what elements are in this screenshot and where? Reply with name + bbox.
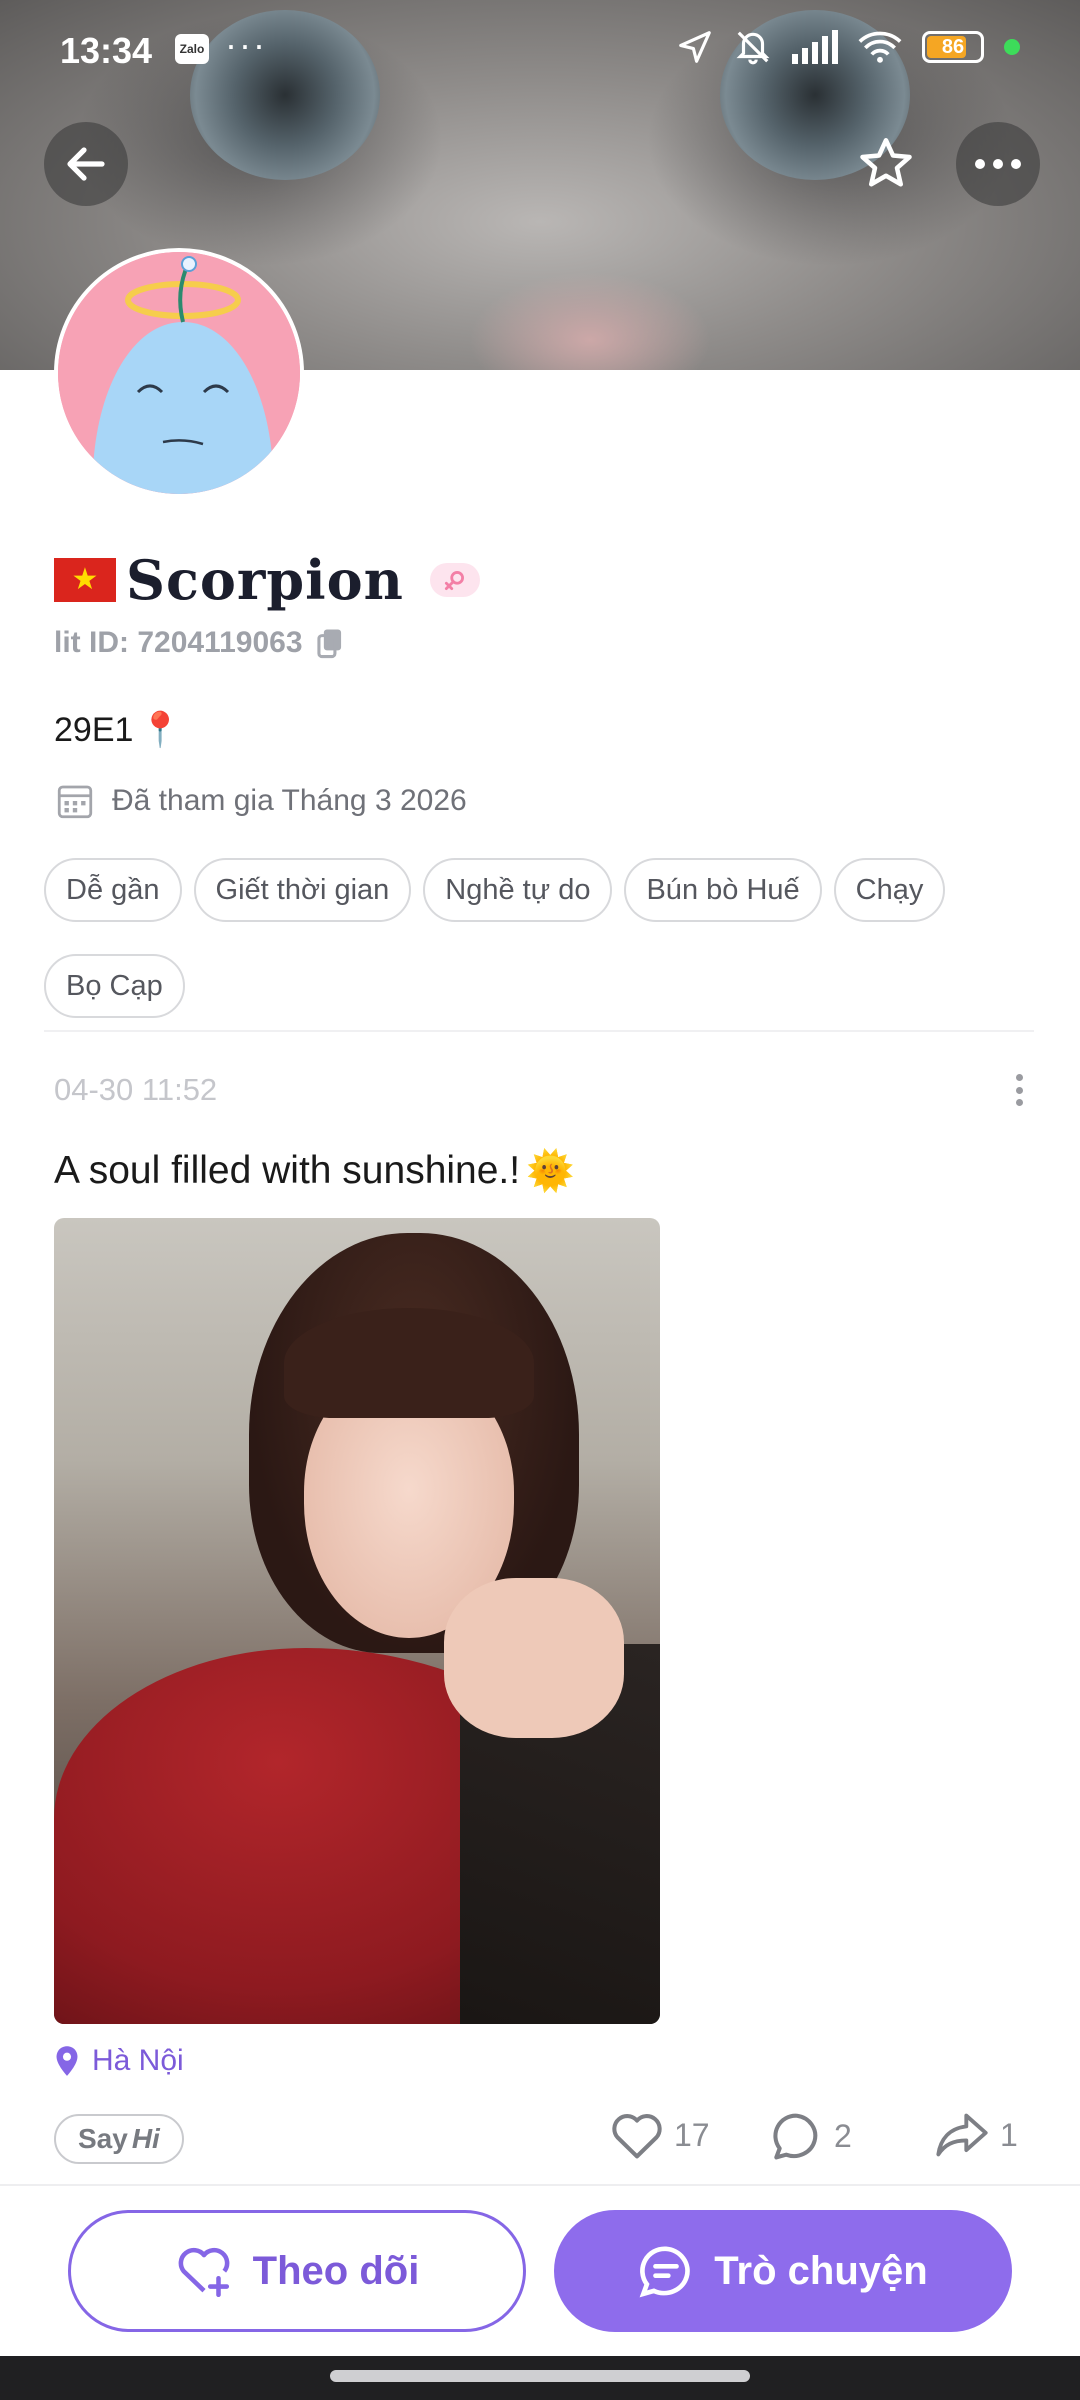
bell-off-icon [736, 31, 770, 65]
tag-bo-cap[interactable]: Bọ Cạp [44, 954, 185, 1018]
say-hi-hi: Hi [131, 2123, 160, 2154]
like-count: 17 [674, 2116, 710, 2153]
more-options-button[interactable] [956, 122, 1040, 206]
status-time: 13:34 [60, 30, 153, 71]
joined-date: Đã tham gia Tháng 3 2026 [112, 784, 467, 817]
bottom-action-bar: Theo dõi Trò chuyện [0, 2186, 1080, 2356]
interest-tags: Dễ gần Giết thời gian Nghề tự do Bún bò … [44, 858, 1044, 1018]
tag-giet-thoi-gian[interactable]: Giết thời gian [193, 858, 412, 922]
chat-button[interactable]: Trò chuyện [554, 2210, 1012, 2332]
tag-bun-bo-hue[interactable]: Bún bò Huế [624, 858, 822, 922]
heart-icon [612, 2114, 662, 2159]
location-name: Hà Nội [92, 2044, 184, 2077]
post-actions: Say Hi 17 2 1 [54, 2110, 1034, 2174]
profile-bio: 29E1 📍 [54, 710, 182, 750]
home-gesture-handle[interactable] [330, 2370, 750, 2382]
star-icon [860, 138, 912, 187]
back-arrow-icon [67, 147, 105, 181]
back-button[interactable] [44, 122, 128, 206]
heart-plus-icon [178, 2247, 230, 2297]
more-dots-icon [975, 159, 1021, 169]
avatar-illustration [58, 252, 300, 494]
battery-icon: 86 [922, 31, 984, 63]
system-navigation-bar [0, 2356, 1080, 2400]
profile-name: Scorpion [126, 548, 404, 612]
signal-icon [792, 30, 838, 64]
comment-count: 2 [834, 2117, 852, 2154]
lit-id: lit ID: 7204119063 [54, 626, 303, 659]
follow-label: Theo dõi [252, 2248, 420, 2293]
section-divider [44, 1030, 1034, 1032]
lit-id-row: lit ID: 7204119063 [54, 626, 345, 660]
share-button[interactable]: 1 [934, 2110, 1018, 2160]
comment-icon [773, 2113, 818, 2160]
favorite-button[interactable] [844, 122, 928, 206]
chat-label: Trò chuyện [714, 2248, 928, 2293]
post-text: A soul filled with sunshine.! 🌞 [54, 1148, 575, 1194]
vietnam-flag-icon: ★ [54, 558, 116, 602]
say-hi-button[interactable]: Say Hi [54, 2114, 184, 2164]
post-photo[interactable] [54, 1218, 660, 2024]
like-button[interactable]: 17 [610, 2110, 710, 2160]
sun-emoji: 🌞 [526, 1150, 575, 1193]
avatar[interactable] [54, 248, 304, 498]
profile-name-row: ★ Scorpion [54, 548, 480, 612]
say-hi-say: Say [78, 2123, 128, 2154]
post-more-icon[interactable] [1004, 1070, 1034, 1110]
location-pin-icon [56, 2046, 78, 2076]
bio-text: 29E1 [54, 710, 134, 749]
tag-nghe-tu-do[interactable]: Nghề tự do [423, 858, 613, 922]
post-timestamp: 04-30 11:52 [54, 1072, 218, 1107]
post-caption: A soul filled with sunshine.! [54, 1149, 521, 1192]
zalo-notification-icon: Zalo [175, 34, 209, 64]
battery-level: 86 [941, 35, 965, 58]
tag-chay[interactable]: Chạy [833, 858, 946, 922]
joined-date-row: Đã tham gia Tháng 3 2026 [54, 780, 467, 822]
follow-button[interactable]: Theo dõi [68, 2210, 526, 2332]
location-arrow-icon [679, 31, 711, 63]
pin-emoji: 📍 [139, 711, 182, 749]
more-notifications-icon: ··· [225, 24, 267, 65]
post-location[interactable]: Hà Nội [54, 2044, 184, 2078]
calendar-icon [57, 785, 93, 819]
comment-button[interactable]: 2 [770, 2110, 852, 2162]
privacy-indicator-icon [1004, 39, 1020, 55]
share-count: 1 [1000, 2116, 1018, 2153]
copy-icon[interactable] [315, 627, 345, 659]
chat-bubble-icon [639, 2246, 691, 2298]
female-icon [429, 563, 480, 597]
tag-de-gan[interactable]: Dễ gần [44, 858, 182, 922]
wifi-icon [858, 31, 902, 63]
share-icon [936, 2113, 988, 2157]
status-bar: 13:34 Zalo ··· 86 [0, 0, 1080, 100]
